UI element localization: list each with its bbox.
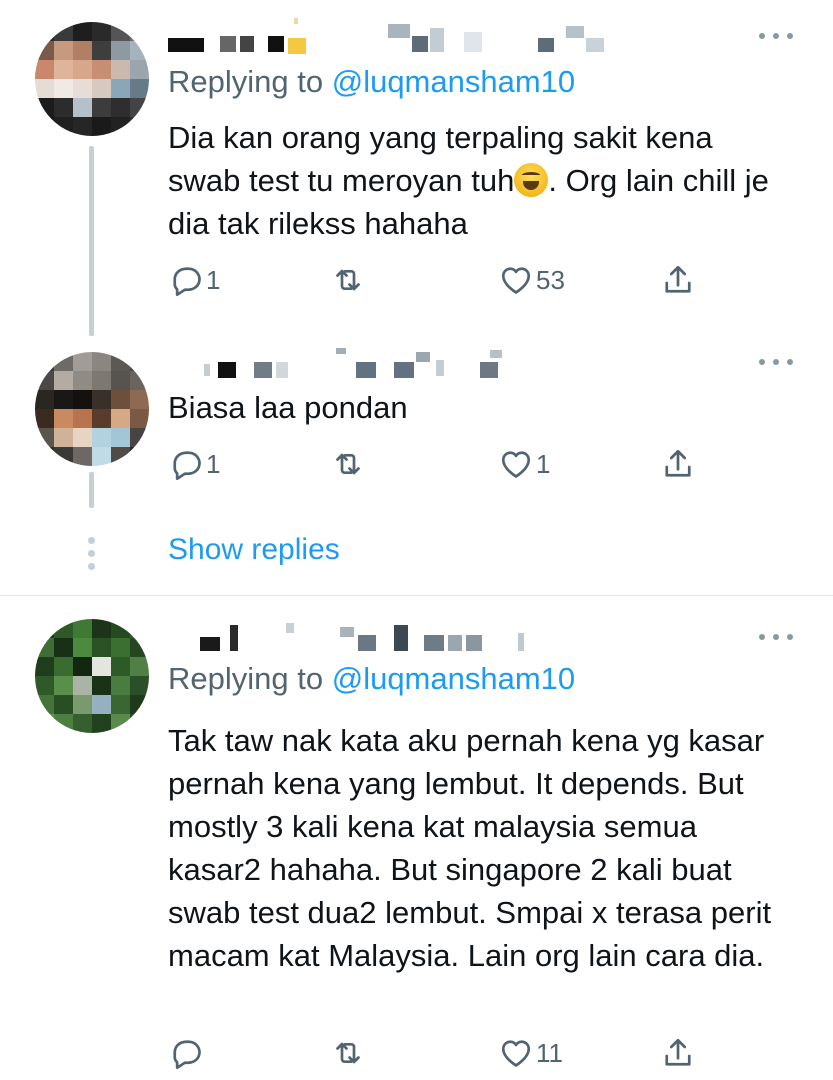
reply-button[interactable]: [168, 1033, 206, 1073]
author-name-redacted[interactable]: [168, 619, 548, 651]
replying-to-label: Replying to: [168, 64, 332, 99]
face-with-tears-of-joy-emoji-icon: [514, 163, 549, 197]
share-button[interactable]: [660, 1033, 696, 1073]
reply-icon: [173, 451, 201, 481]
avatar-pixelated[interactable]: [35, 619, 149, 733]
replying-to-label: Replying to: [168, 661, 332, 696]
like-count: 11: [536, 1037, 563, 1068]
reply-button[interactable]: 1: [168, 444, 220, 484]
heart-icon: [501, 267, 531, 294]
tweet-actions: 11: [168, 1033, 708, 1073]
retweet-icon: [336, 269, 360, 291]
replying-to: Replying to @luqmansham10: [168, 661, 575, 697]
tweet-actions: 1 1: [168, 444, 708, 484]
share-icon: [665, 1038, 691, 1066]
tweet-1[interactable]: Replying to @luqmansham10 Dia kan orang …: [0, 0, 833, 340]
tweet-text: Dia kan orang yang terpaling sakit kena …: [168, 116, 788, 245]
like-count: 53: [536, 264, 565, 295]
more-options-icon[interactable]: [759, 28, 793, 44]
retweet-button[interactable]: [330, 1033, 368, 1073]
retweet-button[interactable]: [330, 444, 368, 484]
retweet-icon: [336, 453, 360, 475]
reply-count: 1: [206, 448, 221, 479]
replying-to: Replying to @luqmansham10: [168, 64, 575, 100]
thread-line: [89, 146, 94, 336]
heart-icon: [501, 1040, 531, 1067]
avatar-pixelated[interactable]: [35, 22, 149, 136]
reply-count: 1: [206, 264, 221, 295]
share-button[interactable]: [660, 260, 696, 300]
more-options-icon[interactable]: [759, 354, 793, 370]
avatar-pixelated[interactable]: [35, 352, 149, 466]
like-button[interactable]: 1: [498, 444, 550, 484]
tweet-text: Biasa laa pondan: [168, 390, 408, 425]
retweet-button[interactable]: [330, 260, 368, 300]
thread-dots: [86, 537, 96, 570]
like-count: 1: [536, 448, 551, 479]
share-icon: [665, 265, 691, 293]
like-button[interactable]: 53: [498, 260, 565, 300]
more-options-icon[interactable]: [759, 629, 793, 645]
share-icon: [665, 449, 691, 477]
tweet-2[interactable]: Biasa laa pondan 1 1 Show replies: [0, 340, 833, 595]
replying-to-handle[interactable]: @luqmansham10: [332, 64, 575, 99]
retweet-icon: [336, 1042, 360, 1064]
reply-button[interactable]: 1: [168, 260, 220, 300]
share-button[interactable]: [660, 444, 696, 484]
reply-icon: [173, 267, 201, 297]
tweet-actions: 1 53: [168, 260, 708, 300]
reply-icon: [173, 1040, 201, 1070]
thread-line: [89, 472, 94, 508]
tweet-3[interactable]: Replying to @luqmansham10 Tak taw nak ka…: [0, 597, 833, 1080]
show-replies-link[interactable]: Show replies: [168, 533, 340, 567]
heart-icon: [501, 451, 531, 478]
replying-to-handle[interactable]: @luqmansham10: [332, 661, 575, 696]
author-name-redacted[interactable]: [168, 348, 528, 378]
author-name-redacted[interactable]: [168, 18, 628, 54]
tweet-text: Tak taw nak kata aku pernah kena yg kasa…: [168, 723, 772, 973]
like-button[interactable]: 11: [498, 1033, 563, 1073]
divider: [0, 595, 833, 596]
